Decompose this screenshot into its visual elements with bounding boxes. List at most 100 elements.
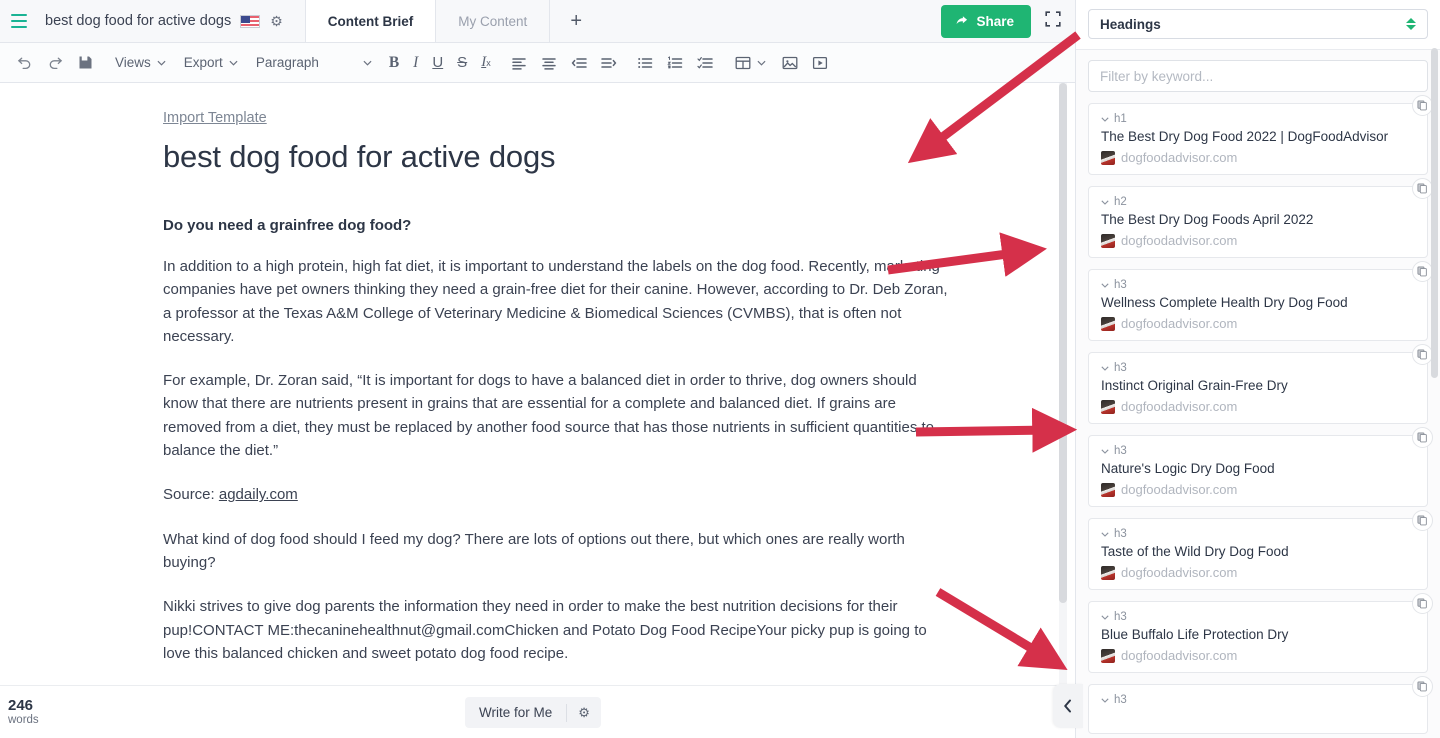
heading-card[interactable]: h3 Nature's Logic Dry Dog Food dogfoodadvi…: [1088, 427, 1433, 507]
add-tab-button[interactable]: +: [550, 0, 602, 42]
bottom-bar: 246 words Write for Me ⚙: [0, 684, 1083, 738]
image-icon[interactable]: [775, 48, 805, 78]
copy-heading-button[interactable]: [1412, 344, 1433, 365]
align-center-icon[interactable]: [534, 48, 564, 78]
heading-level-row: h3: [1101, 528, 1415, 540]
heading-level-label: h1: [1114, 113, 1127, 125]
document-scrollbar[interactable]: [1059, 83, 1067, 685]
site-favicon-icon: [1101, 399, 1115, 414]
heading-card[interactable]: h3 Wellness Complete Health Dry Dog Food d…: [1088, 261, 1433, 341]
right-panel-scrollbar[interactable]: [1431, 0, 1438, 738]
copy-heading-button[interactable]: [1412, 676, 1433, 697]
expand-icon[interactable]: [1045, 10, 1061, 32]
right-panel-body[interactable]: h1 The Best Dry Dog Food 2022 | DogFoodAd…: [1076, 50, 1440, 738]
copy-heading-button[interactable]: [1412, 427, 1433, 448]
heading-level-label: h3: [1114, 694, 1127, 706]
gear-icon[interactable]: ⚙: [567, 705, 601, 721]
heading-card-title: Taste of the Wild Dry Dog Food: [1101, 544, 1289, 559]
heading-card-domain: dogfoodadvisor.com: [1121, 150, 1238, 165]
strikethrough-button[interactable]: S: [450, 48, 474, 78]
document-scrollbar-thumb[interactable]: [1059, 83, 1067, 603]
word-count-number: 246: [8, 696, 34, 714]
top-bar: best dog food for active dogs ⚙ Content …: [0, 0, 1075, 43]
site-favicon-icon: [1101, 316, 1115, 331]
source-1-link[interactable]: agdaily.com: [219, 486, 298, 503]
align-left-icon[interactable]: [504, 48, 534, 78]
heading-level-row: h3: [1101, 362, 1415, 374]
heading-card-source: dogfoodadvisor.com: [1101, 482, 1415, 497]
headings-view-select[interactable]: Headings: [1088, 9, 1428, 39]
gear-icon[interactable]: ⚙: [270, 14, 283, 28]
save-icon[interactable]: [71, 48, 100, 78]
import-template-link[interactable]: Import Template: [163, 110, 267, 126]
heading-card-domain: dogfoodadvisor.com: [1121, 316, 1238, 331]
chevron-down-icon: [1101, 282, 1109, 288]
chevron-down-icon: [157, 60, 166, 66]
tab-content-brief[interactable]: Content Brief: [304, 0, 437, 42]
heading-card[interactable]: h3 Blue Buffalo Life Protection Dry dogfoo…: [1088, 593, 1433, 673]
heading-level-row: h1: [1101, 113, 1415, 125]
copy-heading-button[interactable]: [1412, 593, 1433, 614]
word-count: 246 words: [0, 697, 39, 727]
clear-formatting-button[interactable]: Ix: [474, 48, 498, 78]
indent-icon[interactable]: [594, 48, 624, 78]
document-heading-title: best dog food for active dogs: [163, 139, 556, 174]
document-paragraph-2: For example, Dr. Zoran said, “It is impo…: [163, 372, 934, 460]
underline-button[interactable]: U: [425, 48, 450, 78]
site-favicon-icon: [1101, 565, 1115, 580]
heading-card-domain: dogfoodadvisor.com: [1121, 233, 1238, 248]
heading-card[interactable]: h3 Instinct Original Grain-Free Dry dogfoo…: [1088, 344, 1433, 424]
share-button-label: Share: [976, 13, 1014, 29]
heading-level-row: h3: [1101, 279, 1415, 291]
collapse-panel-button[interactable]: [1053, 684, 1083, 728]
copy-icon: [1417, 266, 1427, 277]
undo-icon[interactable]: [9, 48, 40, 78]
chevron-down-icon: [1101, 365, 1109, 371]
chevron-down-icon: [757, 60, 766, 66]
copy-heading-button[interactable]: [1412, 178, 1433, 199]
filter-by-keyword-input[interactable]: [1088, 60, 1428, 92]
chevron-down-icon: [1101, 531, 1109, 537]
copy-heading-button[interactable]: [1412, 95, 1433, 116]
heading-card[interactable]: h3: [1088, 676, 1433, 734]
video-icon[interactable]: [805, 48, 835, 78]
chevron-down-icon: [1101, 448, 1109, 454]
heading-card[interactable]: h2 The Best Dry Dog Foods April 2022 dogfo…: [1088, 178, 1433, 258]
tab-my-content[interactable]: My Content: [436, 0, 551, 42]
write-for-me-button[interactable]: Write for Me: [465, 703, 568, 722]
copy-heading-button[interactable]: [1412, 261, 1433, 282]
heading-card-source: dogfoodadvisor.com: [1101, 565, 1415, 580]
heading-level-label: h3: [1114, 362, 1127, 374]
us-flag-icon[interactable]: [240, 14, 261, 28]
tab-my-content-label: My Content: [458, 13, 528, 29]
copy-heading-button[interactable]: [1412, 510, 1433, 531]
main-column: best dog food for active dogs ⚙ Content …: [0, 0, 1083, 738]
redo-icon[interactable]: [40, 48, 71, 78]
heading-level-label: h3: [1114, 445, 1127, 457]
document-scroll-area[interactable]: Import Template best dog food for active…: [0, 83, 1075, 685]
checklist-icon[interactable]: [690, 48, 720, 78]
chevron-down-icon: [229, 60, 238, 66]
heading-card-source: dogfoodadvisor.com: [1101, 316, 1415, 331]
heading-card[interactable]: h3 Taste of the Wild Dry Dog Food dogfooda…: [1088, 510, 1433, 590]
paragraph-style-dropdown[interactable]: Paragraph: [247, 48, 382, 78]
italic-button[interactable]: I: [406, 48, 425, 78]
heading-card[interactable]: h1 The Best Dry Dog Food 2022 | DogFoodAd…: [1088, 95, 1433, 175]
outdent-icon[interactable]: [564, 48, 594, 78]
hamburger-icon[interactable]: [11, 14, 27, 28]
document-paragraph-4: Nikki strives to give dog parents the in…: [163, 598, 927, 662]
right-panel-scrollbar-thumb[interactable]: [1431, 48, 1438, 378]
bold-button[interactable]: B: [382, 48, 406, 78]
document-title: best dog food for active dogs: [45, 13, 232, 29]
right-panel: Headings h1 The Best Dry Dog Food 2022 | …: [1075, 0, 1440, 738]
table-icon[interactable]: [726, 48, 775, 78]
word-count-label: words: [8, 714, 39, 727]
views-dropdown[interactable]: Views: [106, 48, 175, 78]
document-body[interactable]: Import Template best dog food for active…: [0, 83, 1075, 685]
heading-level-row: h3: [1101, 694, 1415, 706]
numbered-list-icon[interactable]: [660, 48, 690, 78]
bullet-list-icon[interactable]: [630, 48, 660, 78]
export-dropdown[interactable]: Export: [175, 48, 247, 78]
heading-card-title: The Best Dry Dog Food 2022 | DogFoodAdvi…: [1101, 129, 1389, 144]
share-button[interactable]: Share: [941, 4, 1031, 38]
